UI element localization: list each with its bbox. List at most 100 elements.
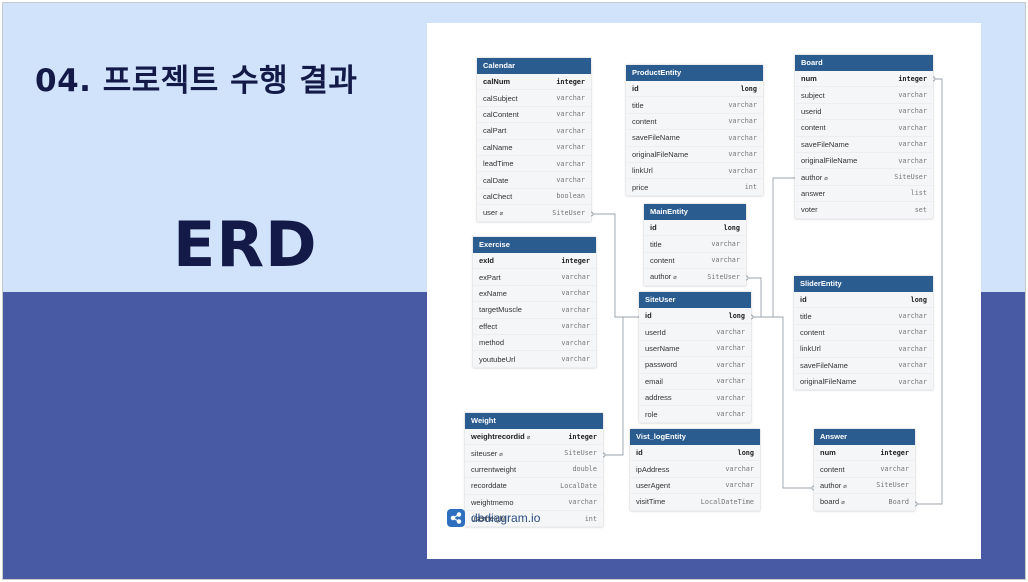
table-row[interactable]: weightrecordid ⌀ integer xyxy=(465,429,603,446)
table-row[interactable]: ipAddress varchar xyxy=(630,461,760,478)
column-type: varchar xyxy=(728,166,757,175)
table-row[interactable]: saveFileName varchar xyxy=(794,358,933,374)
table-row[interactable]: id long xyxy=(639,308,751,325)
table-row[interactable]: youtubeUrl varchar xyxy=(473,351,596,368)
table-answer[interactable]: Answer num integer content varchar author ⌀ Sit… xyxy=(814,429,915,511)
table-row[interactable]: content varchar xyxy=(795,120,933,137)
column-cell: weightmemo xyxy=(471,498,514,507)
table-productentity[interactable]: ProductEntity id long title varchar content va… xyxy=(626,65,763,196)
table-row[interactable]: userAgent varchar xyxy=(630,478,760,495)
table-row[interactable]: visitTime LocalDateTime xyxy=(630,494,760,511)
table-row[interactable]: calNum integer xyxy=(477,74,591,91)
table-header[interactable]: Weight xyxy=(465,413,603,429)
column-type: LocalDate xyxy=(560,481,597,490)
table-row[interactable]: author ⌀ SiteUser xyxy=(644,269,746,286)
table-row[interactable]: content varchar xyxy=(644,253,746,270)
table-row[interactable]: id long xyxy=(794,292,933,309)
column-name: calDate xyxy=(483,175,509,185)
table-row[interactable]: voter set xyxy=(795,202,933,219)
table-sliderentity[interactable]: SliderEntity id long title varchar content var… xyxy=(794,276,933,391)
column-type: varchar xyxy=(898,344,927,353)
table-row[interactable]: subject varchar xyxy=(795,87,933,104)
table-row[interactable]: siteuser ⌀ SiteUser xyxy=(465,445,603,462)
table-row[interactable]: calName varchar xyxy=(477,140,591,156)
table-row[interactable]: originalFileName varchar xyxy=(626,147,763,163)
table-row[interactable]: targetMuscle varchar xyxy=(473,302,596,319)
table-row[interactable]: user ⌀ SiteUser xyxy=(477,205,591,222)
table-row[interactable]: calSubject varchar xyxy=(477,90,591,107)
table-row[interactable]: role varchar xyxy=(639,406,751,423)
table-row[interactable]: exName varchar xyxy=(473,286,596,303)
table-header[interactable]: SliderEntity xyxy=(794,276,933,292)
table-row[interactable]: userid varchar xyxy=(795,104,933,121)
table-calendar[interactable]: Calendar calNum integer calSubject varchar ca… xyxy=(477,58,591,222)
table-row[interactable]: id long xyxy=(630,445,760,462)
table-vist-logentity[interactable]: Vist_logEntity id long ipAddress varchar user… xyxy=(630,429,760,511)
column-cell: num xyxy=(820,448,836,457)
table-row[interactable]: linkUrl varchar xyxy=(794,341,933,358)
table-board[interactable]: Board num integer subject varchar userid varch… xyxy=(795,55,933,219)
table-header[interactable]: Vist_logEntity xyxy=(630,429,760,445)
table-row[interactable]: calPart varchar xyxy=(477,123,591,140)
column-type: SiteUser xyxy=(876,481,909,490)
table-row[interactable]: num integer xyxy=(814,445,915,462)
table-row[interactable]: originalFileName varchar xyxy=(795,153,933,170)
table-row[interactable]: userId varchar xyxy=(639,324,751,341)
table-row[interactable]: price int xyxy=(626,179,763,196)
table-header[interactable]: MainEntity xyxy=(644,204,746,220)
table-row[interactable]: originalFileName varchar xyxy=(794,374,933,391)
table-header[interactable]: Board xyxy=(795,55,933,71)
column-type: varchar xyxy=(556,159,585,168)
table-header[interactable]: SiteUser xyxy=(639,292,751,308)
table-row[interactable]: content varchar xyxy=(794,325,933,342)
dbdiagram-brand[interactable]: dbdiagram.io xyxy=(447,509,540,527)
table-row[interactable]: address varchar xyxy=(639,390,751,407)
erd-diagram-canvas: Calendar calNum integer calSubject varchar ca… xyxy=(427,23,981,559)
table-row[interactable]: content varchar xyxy=(814,461,915,478)
table-row[interactable]: calDate varchar xyxy=(477,172,591,189)
column-name: linkUrl xyxy=(800,344,821,354)
table-row[interactable]: title varchar xyxy=(644,236,746,253)
table-row[interactable]: title varchar xyxy=(626,97,763,114)
table-row[interactable]: calContent varchar xyxy=(477,107,591,124)
link-icon: ⌀ xyxy=(526,435,531,442)
table-row[interactable]: email varchar xyxy=(639,374,751,390)
column-name: author xyxy=(820,480,842,490)
table-row[interactable]: userName varchar xyxy=(639,341,751,358)
column-name: board xyxy=(820,497,840,507)
table-row[interactable]: recorddate LocalDate xyxy=(465,478,603,495)
table-row[interactable]: exPart varchar xyxy=(473,269,596,286)
table-row[interactable]: saveFileName varchar xyxy=(626,130,763,147)
table-header[interactable]: Calendar xyxy=(477,58,591,74)
table-row[interactable]: id long xyxy=(644,220,746,237)
table-header[interactable]: Answer xyxy=(814,429,915,445)
table-row[interactable]: board ⌀ Board xyxy=(814,494,915,511)
table-exercise[interactable]: Exercise exId integer exPart varchar exName va… xyxy=(473,237,596,368)
table-row[interactable]: saveFileName varchar xyxy=(795,137,933,153)
table-row[interactable]: id long xyxy=(626,81,763,98)
table-row[interactable]: method varchar xyxy=(473,335,596,352)
column-cell: email xyxy=(645,377,663,386)
table-row[interactable]: effect varchar xyxy=(473,319,596,335)
table-siteuser[interactable]: SiteUser id long userId varchar userName varch… xyxy=(639,292,751,423)
table-row[interactable]: author ⌀ SiteUser xyxy=(795,169,933,186)
column-cell: linkUrl xyxy=(632,166,653,175)
table-row[interactable]: answer list xyxy=(795,186,933,203)
table-row[interactable]: linkUrl varchar xyxy=(626,163,763,180)
table-row[interactable]: num integer xyxy=(795,71,933,88)
table-row[interactable]: title varchar xyxy=(794,308,933,325)
table-row[interactable]: password varchar xyxy=(639,357,751,374)
table-mainentity[interactable]: MainEntity id long title varchar content varch… xyxy=(644,204,746,286)
table-row[interactable]: author ⌀ SiteUser xyxy=(814,478,915,495)
table-row[interactable]: calChect boolean xyxy=(477,189,591,206)
column-name: method xyxy=(479,338,505,348)
column-type: varchar xyxy=(556,143,585,152)
table-row[interactable]: content varchar xyxy=(626,114,763,131)
table-row[interactable]: currentweight double xyxy=(465,462,603,479)
table-header[interactable]: ProductEntity xyxy=(626,65,763,81)
column-cell: calChect xyxy=(483,192,512,201)
column-name: saveFileName xyxy=(632,133,680,143)
table-row[interactable]: exId integer xyxy=(473,253,596,270)
table-header[interactable]: Exercise xyxy=(473,237,596,253)
table-row[interactable]: leadTime varchar xyxy=(477,156,591,173)
